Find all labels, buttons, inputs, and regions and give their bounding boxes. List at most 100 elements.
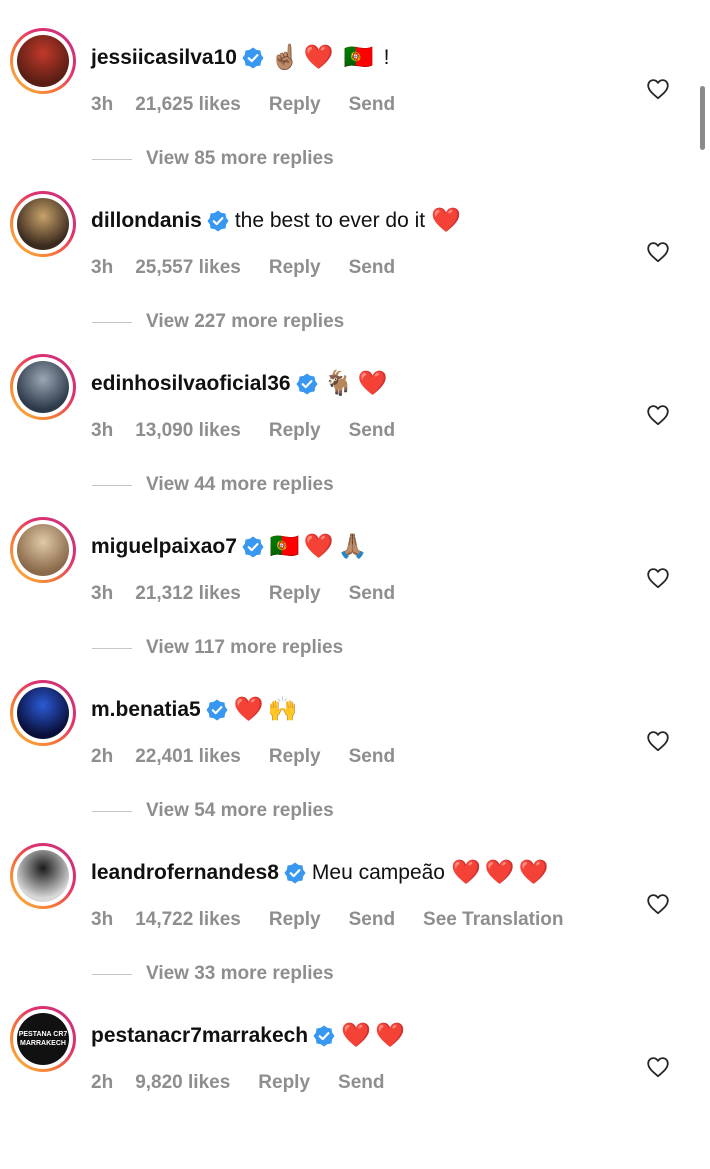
avatar-ring-gap xyxy=(13,520,73,580)
avatar-photo xyxy=(17,35,69,87)
username-link[interactable]: edinhosilvaoficial36 xyxy=(91,372,291,396)
comment-item: leandrofernandes8 Meu campeão ❤️ ❤️ ❤️ 3h 14,7… xyxy=(0,843,710,1006)
replies-divider xyxy=(92,321,132,323)
username-link[interactable]: miguelpaixao7 xyxy=(91,535,237,559)
username-link[interactable]: jessiicasilva10 xyxy=(91,46,237,70)
replies-divider xyxy=(92,810,132,812)
view-replies-button[interactable]: View 117 more replies xyxy=(92,637,343,659)
reply-button[interactable]: Reply xyxy=(269,94,321,116)
comment-text: Meu campeão xyxy=(311,861,445,884)
comment-body: leandrofernandes8 Meu campeão ❤️ ❤️ ❤️ xyxy=(91,853,553,893)
avatar-photo xyxy=(17,850,69,902)
scrollbar[interactable] xyxy=(700,86,705,150)
likes-count[interactable]: 22,401 likes xyxy=(135,746,241,768)
comment-body: miguelpaixao7 🇵🇹 ❤️ 🙏🏽 xyxy=(91,527,372,567)
username-link[interactable]: pestanacr7marrakech xyxy=(91,1024,308,1048)
emoji: ❤️ xyxy=(357,370,388,397)
view-replies-label: View 85 more replies xyxy=(146,148,334,169)
heart-outline-icon[interactable] xyxy=(646,241,670,263)
view-replies-label: View 33 more replies xyxy=(146,963,334,984)
username-link[interactable]: m.benatia5 xyxy=(91,698,201,722)
view-replies-button[interactable]: View 85 more replies xyxy=(92,148,334,170)
view-replies-button[interactable]: View 33 more replies xyxy=(92,963,334,985)
send-button[interactable]: Send xyxy=(349,94,395,116)
avatar[interactable] xyxy=(10,843,76,909)
send-button[interactable]: Send xyxy=(349,909,395,931)
send-button[interactable]: Send xyxy=(349,420,395,442)
comment-time: 2h xyxy=(91,746,114,767)
send-button[interactable]: Send xyxy=(349,746,395,768)
avatar[interactable]: PESTANA CR7 MARRAKECH xyxy=(10,1006,76,1072)
username-link[interactable]: leandrofernandes8 xyxy=(91,861,279,885)
comment-body: dillondanis the best to ever do it ❤️ xyxy=(91,201,465,241)
heart-outline-icon[interactable] xyxy=(646,730,670,752)
avatar-logo-text: PESTANA CR7 MARRAKECH xyxy=(18,1031,68,1047)
comment-item: miguelpaixao7 🇵🇹 ❤️ 🙏🏽 3h 21,312 likes Reply Se… xyxy=(0,517,710,680)
comment-body: edinhosilvaoficial36 🐐 ❤️ xyxy=(91,364,391,404)
likes-count[interactable]: 13,090 likes xyxy=(135,420,241,442)
avatar-photo: PESTANA CR7 MARRAKECH xyxy=(17,1013,69,1065)
likes-count[interactable]: 21,625 likes xyxy=(135,94,241,116)
emoji: ❤️ xyxy=(518,859,549,886)
replies-divider xyxy=(92,647,132,649)
avatar-ring-gap xyxy=(13,357,73,417)
likes-count[interactable]: 25,557 likes xyxy=(135,257,241,279)
avatar[interactable] xyxy=(10,354,76,420)
heart-outline-icon[interactable] xyxy=(646,893,670,915)
reply-button[interactable]: Reply xyxy=(269,257,321,279)
view-replies-button[interactable]: View 227 more replies xyxy=(92,311,344,333)
verified-badge-icon xyxy=(296,373,318,395)
avatar-ring-gap: PESTANA CR7 MARRAKECH xyxy=(13,1009,73,1069)
replies-divider xyxy=(92,973,132,975)
heart-outline-icon[interactable] xyxy=(646,567,670,589)
comment-body: m.benatia5 ❤️ 🙌 xyxy=(91,690,302,730)
comment-meta: 2h 9,820 likes Reply Send xyxy=(91,1072,412,1094)
likes-count[interactable]: 9,820 likes xyxy=(135,1072,230,1094)
avatar-photo xyxy=(17,687,69,739)
emoji: ☝🏽 xyxy=(269,44,300,71)
heart-outline-icon[interactable] xyxy=(646,1056,670,1078)
emoji: ❤️ xyxy=(431,207,462,234)
verified-badge-icon xyxy=(206,699,228,721)
see-translation-button[interactable]: See Translation xyxy=(423,909,563,931)
comment-meta: 3h 21,625 likes Reply Send xyxy=(91,94,423,116)
avatar-photo xyxy=(17,524,69,576)
comment-meta: 3h 13,090 likes Reply Send xyxy=(91,420,423,442)
emoji: ❤️ xyxy=(303,44,334,71)
emoji: 🇵🇹 xyxy=(269,533,300,560)
avatar[interactable] xyxy=(10,680,76,746)
reply-button[interactable]: Reply xyxy=(269,746,321,768)
comment-time: 3h xyxy=(91,909,114,930)
comment-item: jessiicasilva10 ☝🏽 ❤️ 🇵🇹! 3h 21,625 likes Repl… xyxy=(0,28,710,191)
heart-outline-icon[interactable] xyxy=(646,404,670,426)
verified-badge-icon xyxy=(242,536,264,558)
view-replies-button[interactable]: View 54 more replies xyxy=(92,800,334,822)
avatar[interactable] xyxy=(10,517,76,583)
likes-count[interactable]: 14,722 likes xyxy=(135,909,241,931)
send-button[interactable]: Send xyxy=(349,257,395,279)
heart-outline-icon[interactable] xyxy=(646,78,670,100)
comments-list: jessiicasilva10 ☝🏽 ❤️ 🇵🇹! 3h 21,625 likes Repl… xyxy=(0,0,710,1093)
avatar[interactable] xyxy=(10,28,76,94)
verified-badge-icon xyxy=(313,1025,335,1047)
avatar-ring-gap xyxy=(13,846,73,906)
view-replies-label: View 117 more replies xyxy=(146,637,344,658)
send-button[interactable]: Send xyxy=(338,1072,384,1094)
avatar[interactable] xyxy=(10,191,76,257)
likes-count[interactable]: 21,312 likes xyxy=(135,583,241,605)
reply-button[interactable]: Reply xyxy=(269,420,321,442)
view-replies-button[interactable]: View 44 more replies xyxy=(92,474,334,496)
comment-time: 3h xyxy=(91,583,114,604)
reply-button[interactable]: Reply xyxy=(269,909,321,931)
reply-button[interactable]: Reply xyxy=(258,1072,310,1094)
username-link[interactable]: dillondanis xyxy=(91,209,202,233)
verified-badge-icon xyxy=(284,862,306,884)
emoji: 🐐 xyxy=(323,370,354,397)
comment-time: 3h xyxy=(91,420,114,441)
comment-item: edinhosilvaoficial36 🐐 ❤️ 3h 13,090 likes Rep… xyxy=(0,354,710,517)
emoji: ❤️ xyxy=(233,696,264,723)
reply-button[interactable]: Reply xyxy=(269,583,321,605)
send-button[interactable]: Send xyxy=(349,583,395,605)
comment-meta: 2h 22,401 likes Reply Send xyxy=(91,746,423,768)
replies-divider xyxy=(92,484,132,486)
